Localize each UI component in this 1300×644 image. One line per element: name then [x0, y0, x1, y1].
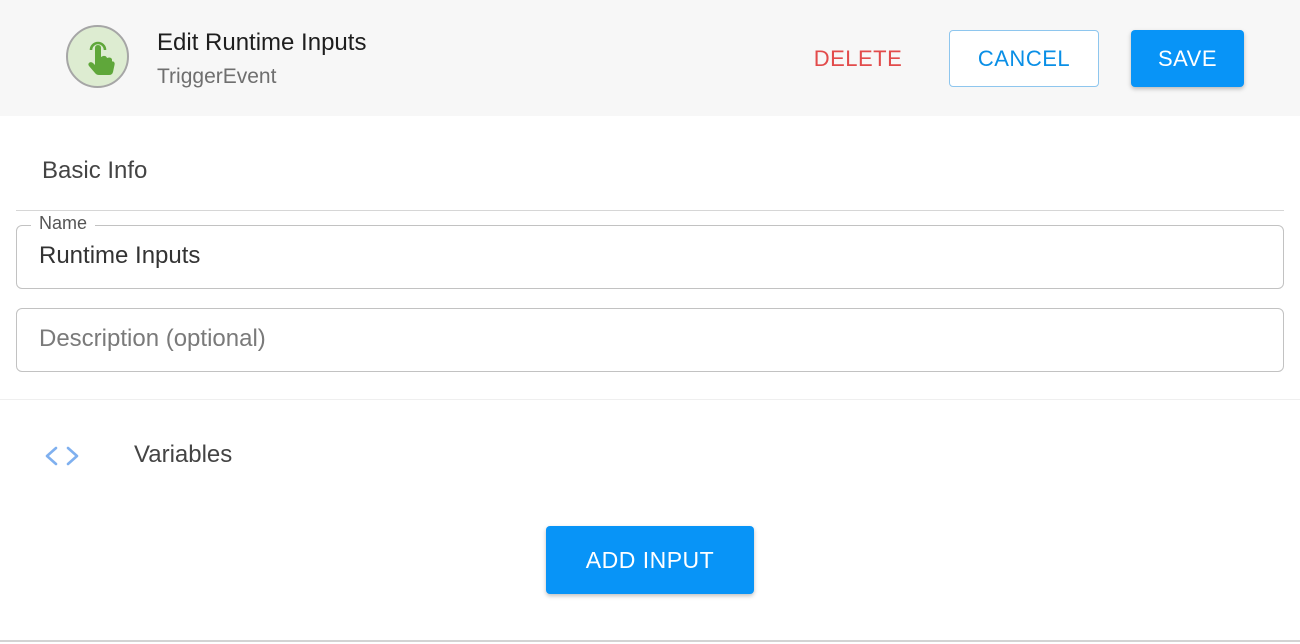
cancel-button[interactable]: CANCEL — [949, 30, 1099, 87]
section-divider — [16, 210, 1284, 211]
edit-runtime-inputs-dialog: Edit Runtime Inputs TriggerEvent DELETE … — [0, 0, 1300, 644]
trigger-type-subtitle: TriggerEvent — [157, 65, 277, 88]
add-input-button[interactable]: ADD INPUT — [546, 526, 754, 594]
page-title: Edit Runtime Inputs — [157, 29, 367, 56]
name-field-label: Name — [31, 213, 96, 234]
trigger-avatar — [66, 25, 129, 88]
delete-button[interactable]: DELETE — [800, 30, 916, 87]
name-field: Name — [16, 213, 1284, 289]
save-button[interactable]: SAVE — [1131, 30, 1244, 87]
variables-heading: Variables — [134, 441, 233, 468]
description-input[interactable] — [39, 325, 1259, 353]
code-brackets-icon — [45, 446, 79, 466]
name-input[interactable] — [39, 242, 1259, 270]
dialog-header: Edit Runtime Inputs TriggerEvent DELETE … — [0, 0, 1300, 116]
touch-pointer-icon — [87, 41, 115, 75]
basic-info-heading: Basic Info — [42, 157, 148, 184]
description-field — [16, 308, 1284, 372]
variables-card: Variables ADD INPUT — [0, 399, 1300, 642]
